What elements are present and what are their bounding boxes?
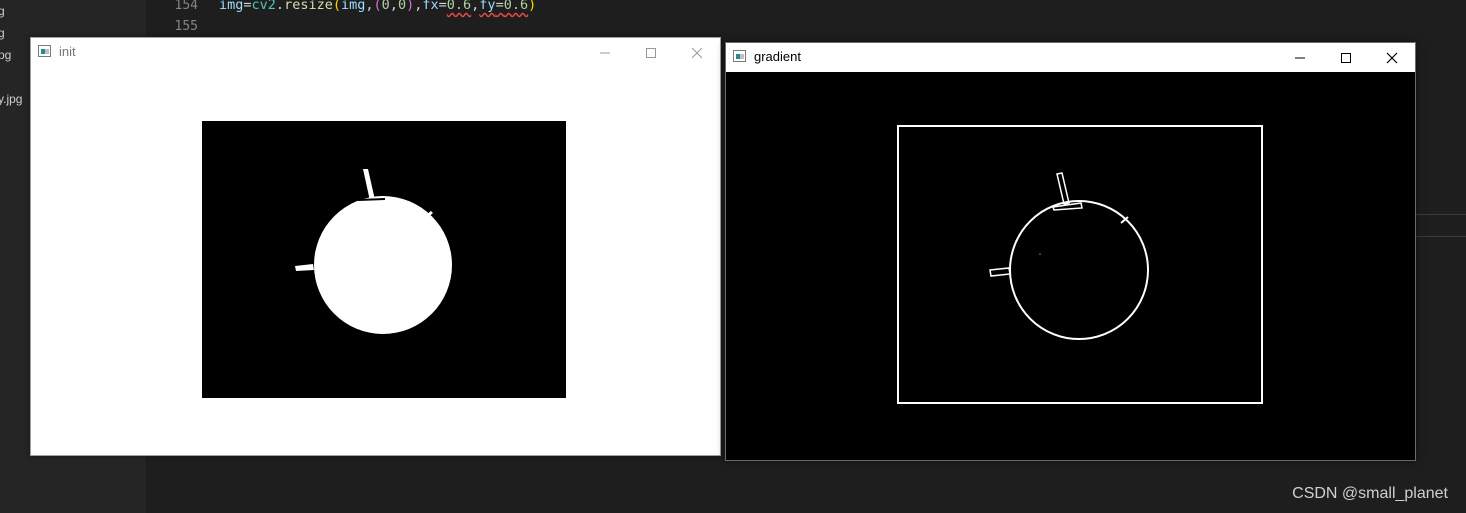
- code-token: fy: [479, 0, 496, 13]
- code-token: 0.6: [503, 0, 529, 13]
- code-token: =: [495, 0, 504, 13]
- window-gradient[interactable]: gradient: [725, 42, 1416, 461]
- divider: [1416, 214, 1466, 215]
- code-token: 0.6: [446, 0, 472, 13]
- code-token: img: [219, 0, 244, 13]
- fragment-edge: [989, 267, 1011, 277]
- code-line[interactable]: img=cv2.resize(img,(0,0),fx=0.6,fy=0.6): [219, 0, 536, 13]
- image-canvas: [726, 72, 1415, 460]
- code-token: 0: [397, 0, 407, 13]
- apple-body: [314, 196, 452, 334]
- minimize-icon: [600, 52, 610, 53]
- code-token: 0: [381, 0, 390, 13]
- divider: [1416, 236, 1466, 237]
- minimize-icon: [1295, 57, 1305, 58]
- maximize-button[interactable]: [628, 38, 674, 67]
- close-button[interactable]: [674, 38, 720, 67]
- noise-dot: [1039, 253, 1041, 255]
- title-bar[interactable]: init: [31, 38, 720, 67]
- close-button[interactable]: [1369, 43, 1415, 72]
- minimize-button[interactable]: [1277, 43, 1323, 72]
- code-token: cv2: [251, 0, 276, 13]
- close-icon: [1386, 52, 1398, 63]
- code-token: =: [243, 0, 252, 13]
- file-item[interactable]: l: [0, 70, 1, 84]
- watermark: CSDN @small_planet: [1292, 485, 1448, 502]
- image-canvas: [31, 67, 720, 455]
- code-token: (: [332, 0, 341, 13]
- file-item[interactable]: g: [0, 4, 5, 18]
- file-item[interactable]: g: [0, 26, 5, 40]
- maximize-button[interactable]: [1323, 43, 1369, 72]
- code-token: ): [528, 0, 537, 13]
- window-title: gradient: [754, 49, 801, 64]
- code-token: resize: [284, 0, 333, 13]
- line-number: 155: [174, 19, 198, 34]
- code-token: img: [340, 0, 366, 13]
- gradient-image: [897, 125, 1263, 404]
- maximize-icon: [646, 47, 656, 58]
- binary-image: [202, 121, 566, 398]
- window-app-icon: [733, 50, 746, 62]
- image-border-edge: [897, 125, 1263, 404]
- title-bar[interactable]: gradient: [726, 43, 1415, 72]
- window-init[interactable]: init: [30, 37, 721, 456]
- window-app-icon: [38, 45, 51, 57]
- code-token: ,: [389, 0, 398, 13]
- file-item[interactable]: pg: [0, 48, 11, 62]
- apple-edge: [1009, 200, 1149, 340]
- stem-edge: [1056, 172, 1070, 205]
- stem-edge: [357, 198, 386, 201]
- close-icon: [691, 47, 703, 58]
- minimize-button[interactable]: [582, 38, 628, 67]
- line-number: 154: [174, 0, 198, 13]
- code-token: (: [373, 0, 382, 13]
- code-token: ): [406, 0, 415, 13]
- maximize-icon: [1341, 52, 1351, 63]
- code-token: =: [438, 0, 447, 13]
- code-token: fx: [422, 0, 439, 13]
- window-title: init: [59, 44, 76, 59]
- file-item[interactable]: y.jpg: [0, 92, 22, 106]
- code-token: .: [275, 0, 285, 13]
- code-token: ,: [365, 0, 374, 13]
